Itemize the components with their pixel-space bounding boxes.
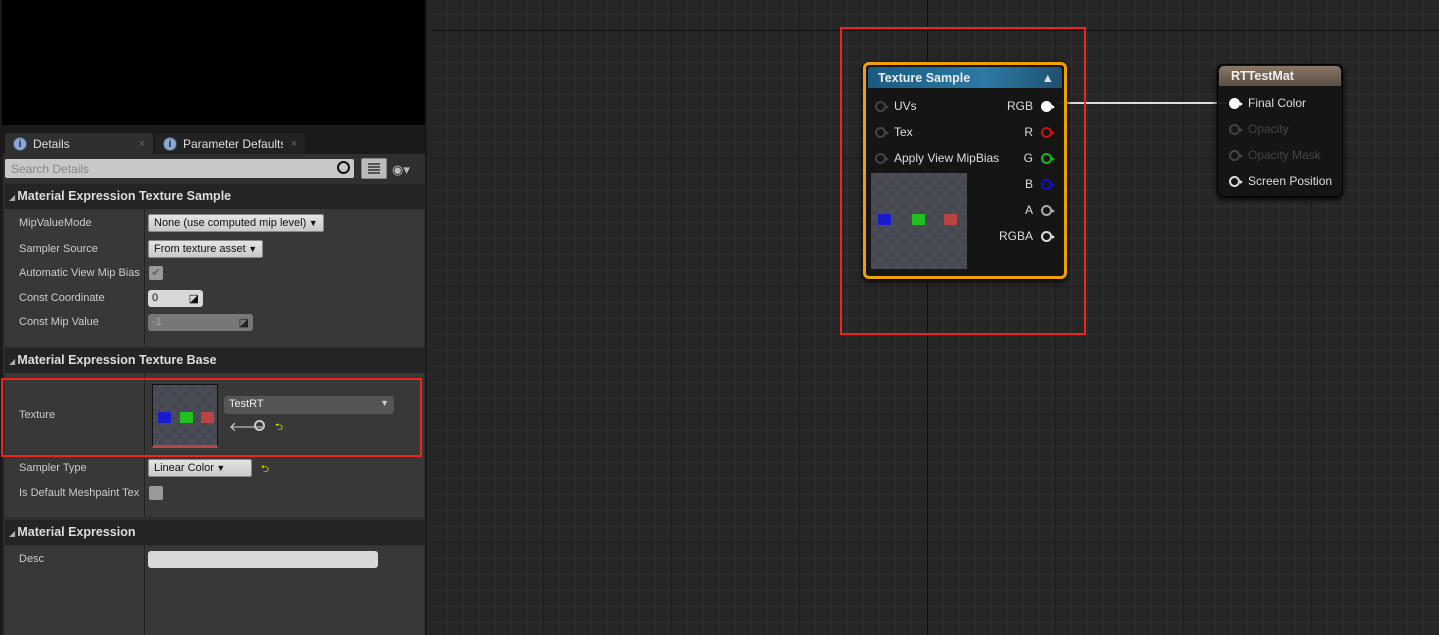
close-icon[interactable]: × <box>291 138 297 150</box>
auto-view-mip-bias-checkbox[interactable]: ✔ <box>149 266 163 280</box>
pin-label: A <box>1024 203 1033 217</box>
tab-parameter-defaults[interactable]: i Parameter Defaults × <box>155 133 305 154</box>
tab-label: Details <box>33 136 70 151</box>
node-rttestmat[interactable]: RTTestMat Final Color Opacity Opacity Ma… <box>1217 64 1343 197</box>
sampler-type-dropdown[interactable]: Linear Color <box>148 459 252 477</box>
tab-label: Parameter Defaults <box>183 136 283 151</box>
value: -1 <box>152 316 162 328</box>
search-placeholder: Search Details <box>11 162 90 176</box>
section-texture-base[interactable]: Material Expression Texture Base <box>5 348 425 373</box>
texture-thumbnail[interactable] <box>152 384 218 448</box>
sampler-source-dropdown[interactable]: From texture asset <box>148 240 264 258</box>
collapse-icon[interactable]: ▲ <box>1042 71 1054 85</box>
pin-icon[interactable] <box>1041 204 1055 216</box>
pin-icon[interactable] <box>875 126 889 138</box>
label-auto-view-mip-bias: Automatic View Mip Bias <box>19 267 140 279</box>
label-texture: Texture <box>19 409 56 421</box>
pin-icon[interactable] <box>1041 126 1055 138</box>
info-icon: i <box>13 136 27 151</box>
pin-icon[interactable] <box>1041 178 1055 190</box>
pin-label: G <box>1023 151 1033 165</box>
browse-search-icon[interactable] <box>254 420 265 431</box>
reset-to-default-icon[interactable]: ⮌ <box>261 462 269 479</box>
section-material-expression[interactable]: Material Expression <box>5 520 425 545</box>
pin-icon[interactable] <box>1229 149 1243 161</box>
const-mip-value-input[interactable]: -1 ◪ <box>148 314 253 331</box>
pin-label: RGBA <box>998 229 1033 243</box>
search-icon[interactable] <box>337 161 350 174</box>
label-const-mip-value: Const Mip Value <box>19 316 99 328</box>
pin-label: Final Color <box>1248 96 1307 110</box>
list-icon <box>368 163 380 175</box>
label-const-coordinate: Const Coordinate <box>19 292 105 304</box>
view-options-button[interactable] <box>361 158 387 179</box>
close-icon[interactable]: × <box>139 138 145 150</box>
pin-icon[interactable] <box>875 100 889 112</box>
visibility-filter-button[interactable]: ◉▾ <box>392 162 410 178</box>
label-desc: Desc <box>19 553 45 565</box>
pin-icon[interactable] <box>1229 123 1243 135</box>
mip-value-mode-dropdown[interactable]: None (use computed mip level) <box>148 214 324 232</box>
node-texture-sample[interactable]: Texture Sample ▲ UVs Tex Apply View MipBi… <box>863 62 1067 279</box>
label-sampler-type: Sampler Type <box>19 462 87 474</box>
pin-label: Tex <box>894 125 913 139</box>
info-icon: i <box>163 136 177 151</box>
pin-icon[interactable] <box>875 152 889 164</box>
const-coordinate-input[interactable]: 0 ◪ <box>148 290 203 307</box>
pin-icon[interactable] <box>1229 175 1243 187</box>
pin-label: RGB <box>1006 99 1033 113</box>
node-title: RTTestMat <box>1231 69 1294 83</box>
pin-icon[interactable] <box>1041 152 1055 164</box>
tab-details[interactable]: i Details × <box>5 133 153 154</box>
reset-to-default-icon[interactable]: ⮌ <box>275 420 283 437</box>
search-input[interactable]: Search Details <box>5 159 354 178</box>
node-title: Texture Sample <box>878 71 971 85</box>
pin-label: Screen Position <box>1248 174 1333 188</box>
chevron-down-icon: ▼ <box>380 398 389 408</box>
pin-icon[interactable] <box>1041 100 1055 112</box>
label-is-default-meshpaint: Is Default Meshpaint Tex <box>19 487 140 499</box>
eye-icon: ◉▾ <box>392 162 410 177</box>
drag-icon: ◪ <box>188 293 199 305</box>
pin-icon[interactable] <box>1041 230 1055 242</box>
value: 0 <box>152 292 159 304</box>
label-sampler-source: Sampler Source <box>19 243 98 255</box>
column-divider[interactable] <box>144 208 145 346</box>
pin-label: Opacity Mask <box>1248 148 1321 162</box>
pin-label: UVs <box>894 99 917 113</box>
pin-label: R <box>1024 125 1033 139</box>
texture-asset-picker[interactable]: TestRT ▼ <box>224 396 394 414</box>
asset-name: TestRT <box>229 398 264 410</box>
section-texture-sample[interactable]: Material Expression Texture Sample <box>5 184 425 209</box>
node-texture-preview <box>871 173 967 269</box>
pin-label: Apply View MipBias <box>894 151 1000 165</box>
pin-icon[interactable] <box>1229 97 1243 109</box>
drag-icon: ◪ <box>238 317 249 329</box>
preview-viewport[interactable] <box>2 0 425 125</box>
pin-label: Opacity <box>1248 122 1289 136</box>
desc-input[interactable] <box>148 551 378 568</box>
column-divider[interactable] <box>144 546 145 635</box>
node-header: Texture Sample ▲ <box>868 67 1062 88</box>
label-mip-value-mode: MipValueMode <box>19 217 92 229</box>
node-header: RTTestMat <box>1219 66 1341 86</box>
pin-label: B <box>1024 177 1033 191</box>
is-default-meshpaint-checkbox[interactable] <box>149 486 163 500</box>
